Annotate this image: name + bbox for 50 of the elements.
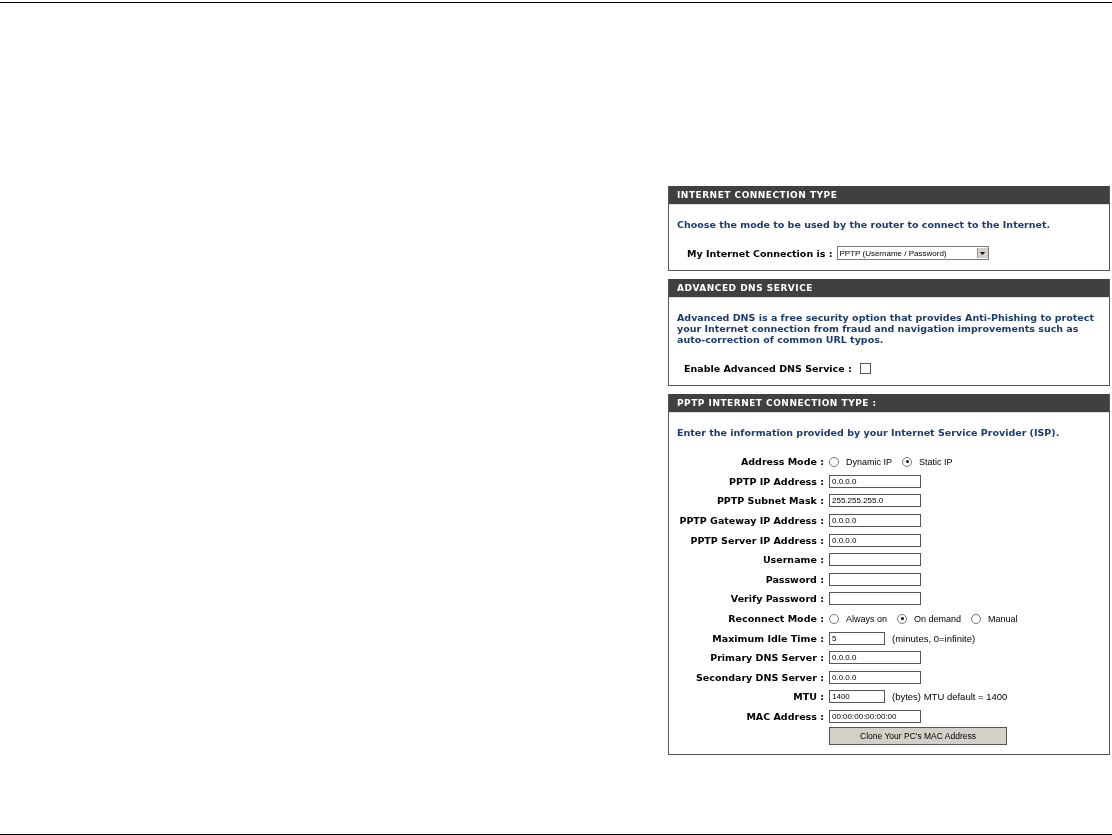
checkbox[interactable] bbox=[859, 362, 871, 374]
dropdown-arrow-icon bbox=[980, 251, 985, 255]
panel-description: Choose the mode to be used by the router to connect to the Internet. bbox=[677, 219, 1052, 230]
input-field[interactable]: 0.0.0.0 bbox=[829, 670, 921, 684]
field-label: Password : bbox=[764, 573, 824, 585]
panel-header: PPTP INTERNET CONNECTION TYPE : bbox=[669, 394, 1109, 413]
input-field[interactable]: 0.0.0.0 bbox=[829, 651, 921, 665]
radio-label: Dynamic IP bbox=[846, 456, 892, 467]
input-field[interactable]: 0.0.0.0 bbox=[829, 533, 921, 547]
input-field[interactable]: 0.0.0.0 bbox=[829, 474, 921, 488]
clone-mac-button[interactable]: Clone Your PC's MAC Address bbox=[829, 727, 1007, 746]
input-field[interactable] bbox=[829, 572, 921, 586]
field-label: Primary DNS Server : bbox=[709, 652, 824, 664]
field-label: MTU : bbox=[792, 691, 824, 703]
field-label: Reconnect Mode : bbox=[727, 613, 824, 625]
panel-header: INTERNET CONNECTION TYPE bbox=[669, 186, 1109, 205]
panel-header: ADVANCED DNS SERVICE bbox=[669, 279, 1109, 298]
field-label: Address Mode : bbox=[739, 456, 824, 468]
radio-label: Static IP bbox=[919, 456, 953, 467]
input-field[interactable]: 0.0.0.0 bbox=[829, 514, 921, 528]
radio-label: Always on bbox=[846, 613, 888, 624]
field-label: My Internet Connection is : bbox=[687, 247, 833, 259]
input-field[interactable]: 00:00:00:00:00:00 bbox=[829, 710, 921, 723]
field-label: PPTP Server IP Address : bbox=[689, 534, 824, 546]
field-label: PPTP Gateway IP Address : bbox=[678, 515, 824, 527]
input-field[interactable]: 255.255.255.0 bbox=[829, 494, 921, 508]
input-field[interactable]: 1400 bbox=[829, 690, 885, 704]
field-label: Secondary DNS Server : bbox=[695, 671, 824, 683]
radio-button[interactable] bbox=[829, 456, 839, 467]
input-field[interactable]: 5 bbox=[829, 631, 885, 645]
panel-description: Advanced DNS is a free security option that provides Anti-Phishing to protect your Internet connection from fraud and navigation improvements such as auto-correction of common URL typos. bbox=[677, 312, 1095, 345]
panel-description: Enter the information provided by your Internet Service Provider (ISP). bbox=[677, 427, 1061, 438]
input-field[interactable] bbox=[829, 592, 921, 606]
radio-button[interactable] bbox=[902, 456, 912, 467]
field-label: MAC Address : bbox=[745, 711, 824, 722]
field-label: PPTP Subnet Mask : bbox=[715, 495, 824, 507]
radio-label: Manual bbox=[988, 613, 1018, 624]
field-label: Username : bbox=[761, 554, 824, 566]
radio-button[interactable] bbox=[829, 613, 839, 624]
field-hint: (bytes) MTU default = 1400 bbox=[892, 691, 1008, 703]
field-label: Enable Advanced DNS Service : bbox=[684, 362, 852, 374]
field-label: PPTP IP Address : bbox=[728, 475, 824, 487]
radio-button[interactable] bbox=[897, 613, 908, 624]
radio-button[interactable] bbox=[971, 613, 982, 624]
connection-dropdown[interactable]: PPTP (Username / Password) bbox=[836, 246, 989, 260]
radio-label: On demand bbox=[914, 613, 962, 624]
input-field[interactable] bbox=[829, 553, 921, 567]
field-label: Maximum Idle Time : bbox=[711, 632, 824, 644]
field-label: Verify Password : bbox=[729, 593, 824, 605]
field-hint: (minutes, 0=infinite) bbox=[892, 632, 976, 644]
